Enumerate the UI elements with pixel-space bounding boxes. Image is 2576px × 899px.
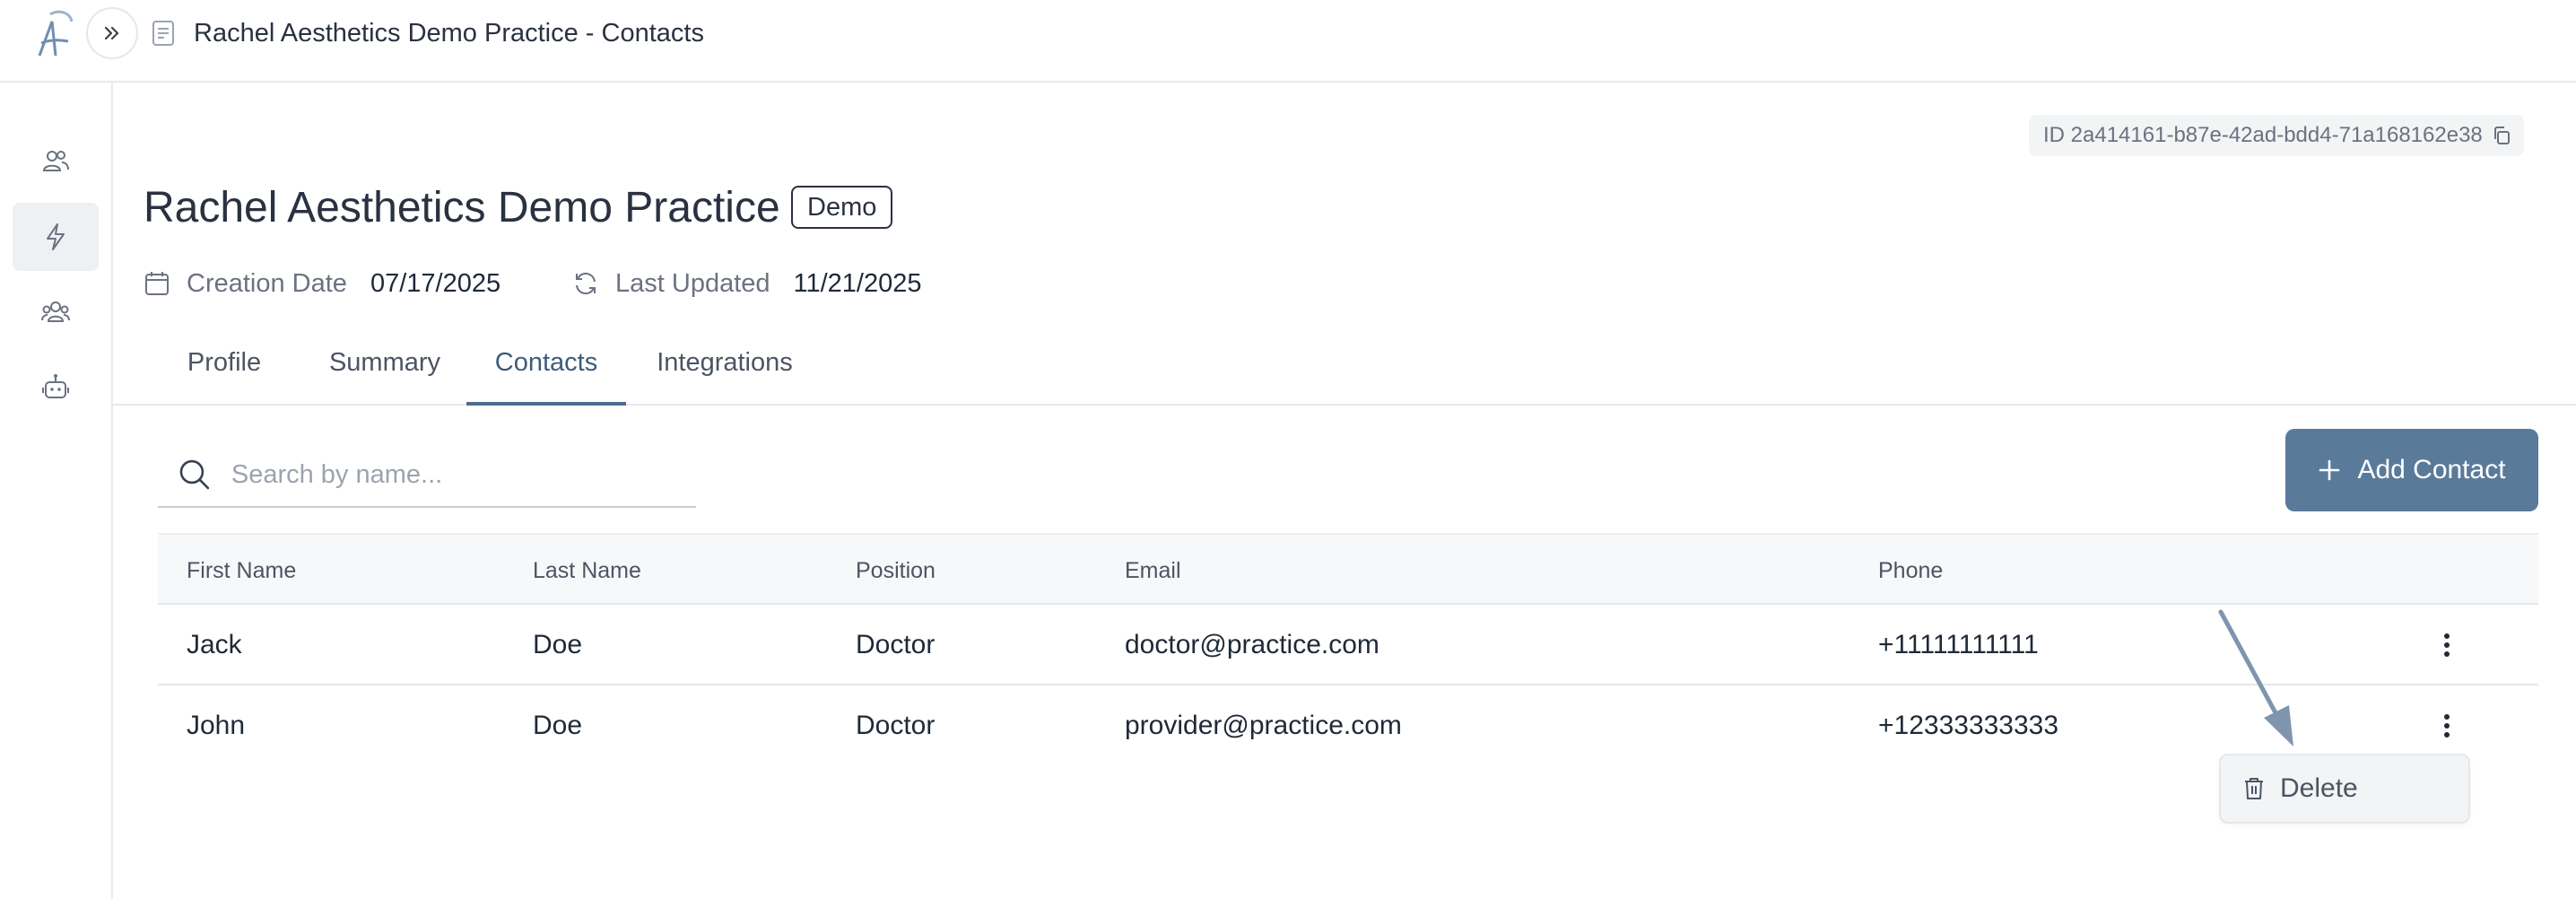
more-vertical-icon [2444, 633, 2450, 657]
cell-email: doctor@practice.com [1125, 630, 1379, 659]
cell-last-name: Doe [533, 630, 583, 659]
cell-last-name: Doe [533, 711, 583, 740]
last-updated-value: 11/21/2025 [793, 268, 922, 298]
creation-date: Creation Date 07/17/2025 [144, 266, 500, 301]
chevrons-right-icon [104, 26, 119, 40]
search-box [158, 443, 696, 508]
cell-phone: +11111111111 [1878, 630, 2039, 659]
row-actions-button[interactable] [2431, 629, 2463, 661]
tab-profile[interactable]: Profile [161, 343, 287, 406]
search-input[interactable] [231, 459, 696, 490]
window-title: Rachel Aesthetics Demo Practice - Contac… [194, 19, 704, 48]
column-header-phone[interactable]: Phone [1878, 535, 1943, 607]
row-actions-menu: Delete [2219, 754, 2470, 824]
table-row[interactable]: John Doe Doctor provider@practice.com +1… [158, 685, 2538, 766]
expand-sidebar-button[interactable] [86, 7, 138, 59]
top-bar: Rachel Aesthetics Demo Practice - Contac… [0, 0, 2576, 83]
page-title: Rachel Aesthetics Demo Practice [144, 184, 780, 231]
trash-icon [2245, 778, 2263, 799]
column-header-email[interactable]: Email [1125, 535, 1181, 607]
column-header-position[interactable]: Position [856, 535, 936, 607]
contacts-table: First Name Last Name Position Email Phon… [158, 533, 2538, 766]
calendar-icon [145, 272, 169, 295]
plus-icon [2319, 459, 2340, 481]
creation-date-value: 07/17/2025 [370, 268, 501, 298]
practice-id-text: ID 2a414161-b87e-42ad-bdd4-71a168162e38 [2043, 123, 2483, 147]
last-updated-label: Last Updated [615, 268, 770, 298]
tab-integrations[interactable]: Integrations [639, 343, 811, 406]
robot-icon [42, 374, 69, 398]
cell-first-name: Jack [187, 630, 242, 659]
more-vertical-icon [2444, 714, 2450, 738]
table-row[interactable]: Jack Doe Doctor doctor@practice.com +111… [158, 605, 2538, 685]
practice-id-chip: ID 2a414161-b87e-42ad-bdd4-71a168162e38 [2029, 115, 2524, 156]
tab-contacts[interactable]: Contacts [466, 343, 626, 406]
document-icon [152, 21, 174, 46]
rail-item-teams[interactable] [13, 278, 99, 346]
last-updated: Last Updated 11/21/2025 [572, 266, 922, 301]
users-icon [42, 151, 69, 171]
rail-item-users[interactable] [13, 127, 99, 196]
demo-badge: Demo [791, 186, 893, 229]
table-header: First Name Last Name Position Email Phon… [158, 533, 2538, 605]
cell-phone: +12333333333 [1878, 711, 2059, 740]
app-logo-icon[interactable] [32, 7, 77, 61]
cell-first-name: John [187, 711, 246, 740]
delete-menu-item[interactable]: Delete [2280, 773, 2358, 804]
cell-position: Doctor [856, 630, 936, 659]
left-navigation-rail [0, 83, 113, 899]
cell-position: Doctor [856, 711, 936, 740]
cell-email: provider@practice.com [1125, 711, 1402, 740]
creation-date-label: Creation Date [187, 268, 347, 298]
add-contact-label: Add Contact [2357, 455, 2506, 484]
group-icon [41, 301, 70, 322]
refresh-icon [576, 272, 596, 295]
tab-bar: Profile Summary Contacts Integrations [113, 327, 2576, 406]
rail-item-bots[interactable] [13, 353, 99, 422]
bolt-icon [47, 223, 65, 250]
copy-icon[interactable] [2492, 126, 2511, 145]
column-header-last-name[interactable]: Last Name [533, 535, 641, 607]
column-header-first-name[interactable]: First Name [187, 535, 296, 607]
row-actions-button[interactable] [2431, 710, 2463, 742]
add-contact-button[interactable]: Add Contact [2285, 429, 2538, 511]
tab-summary[interactable]: Summary [309, 343, 461, 406]
search-icon [179, 459, 210, 490]
rail-item-activity[interactable] [13, 203, 99, 271]
